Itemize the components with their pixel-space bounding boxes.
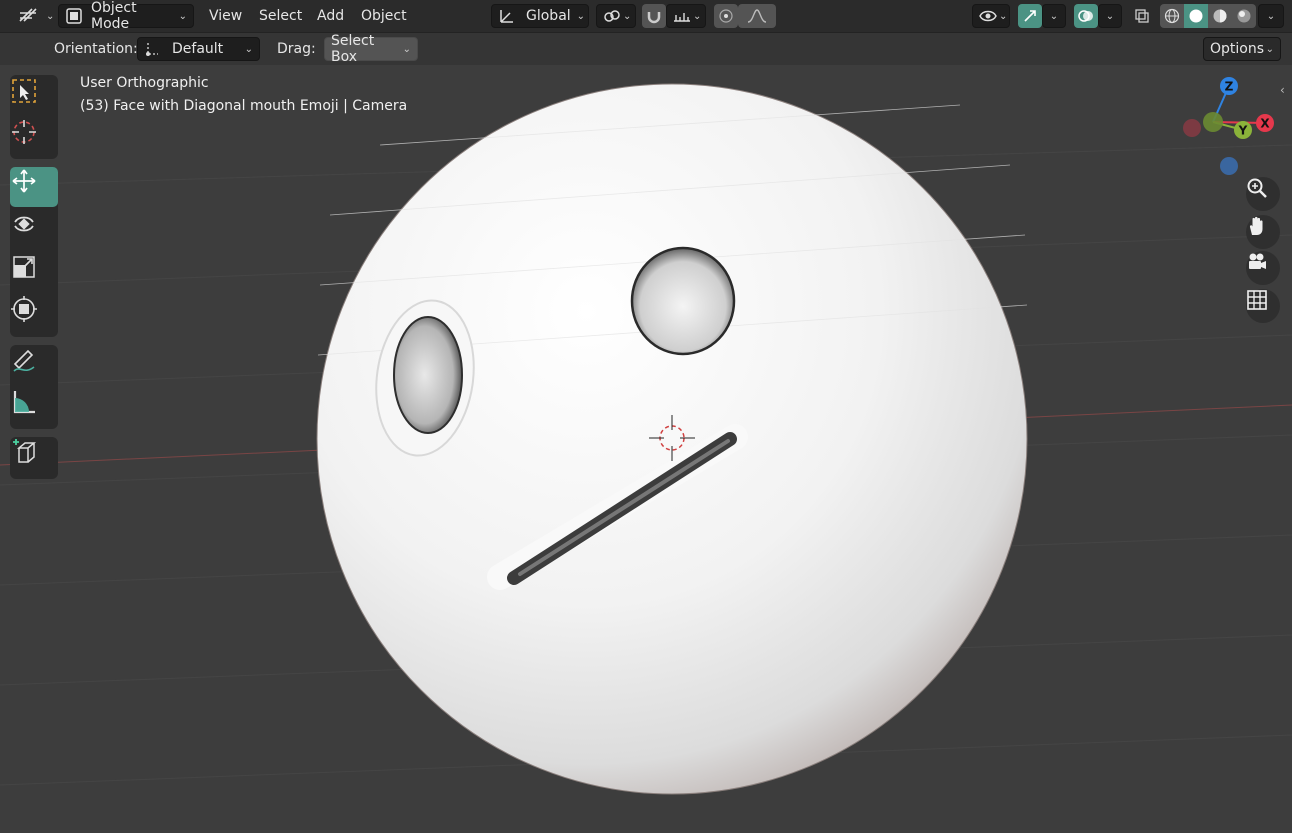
gizmo-neg-z[interactable] — [1220, 157, 1238, 175]
proportional-edit-icon — [718, 8, 734, 24]
navigation-gizmo[interactable]: Z Y X — [1175, 70, 1285, 180]
wireframe-sphere-icon — [1164, 8, 1180, 24]
add-cube-tool[interactable] — [10, 438, 58, 478]
rendered-sphere-icon — [1236, 8, 1252, 24]
orientation-dropdown[interactable]: Default ⌄ — [137, 37, 260, 61]
chevron-down-icon: ⌄ — [178, 10, 187, 22]
overlays-dropdown[interactable]: ⌄ — [1098, 4, 1122, 28]
select-box-tool[interactable] — [10, 77, 58, 117]
snap-toggle[interactable] — [642, 4, 666, 28]
toolbar-annotate-group — [10, 345, 58, 429]
chevron-down-icon: ⌄ — [1105, 10, 1115, 22]
gizmo-neg-x[interactable] — [1183, 119, 1201, 137]
editor-type-button[interactable]: ⌄ — [12, 4, 54, 28]
shading-wireframe-button[interactable] — [1160, 4, 1184, 28]
drag-label: Drag: — [277, 41, 316, 57]
gizmo-y-label: Y — [1238, 124, 1248, 138]
orientation-value: Default — [172, 41, 224, 57]
move-tool[interactable] — [10, 167, 58, 207]
sidebar-toggle[interactable]: ‹ — [1280, 83, 1292, 103]
toolbar-select-group — [10, 75, 58, 159]
chevron-down-icon: ⌄ — [1265, 43, 1274, 55]
right-eye — [630, 246, 736, 356]
pivot-point-dropdown[interactable]: ⌄ — [596, 4, 636, 28]
proportional-edit-toggle[interactable] — [714, 4, 738, 28]
chevron-down-icon: ⌄ — [999, 10, 1008, 22]
cursor-tool[interactable] — [10, 118, 58, 158]
toolbar-transform-group — [10, 167, 58, 337]
menu-select[interactable]: Select — [259, 4, 302, 28]
gizmo-toggle[interactable] — [1018, 4, 1042, 28]
falloff-dropdown[interactable] — [738, 4, 776, 28]
snap-increment-icon — [673, 9, 691, 23]
xray-icon — [1134, 8, 1150, 24]
options-label: Options — [1210, 41, 1265, 57]
material-sphere-icon — [1212, 8, 1228, 24]
chevron-down-icon: ⌄ — [693, 10, 702, 22]
menu-add[interactable]: Add — [317, 4, 344, 28]
eye-icon — [979, 9, 997, 23]
gizmo-neg-y[interactable] — [1203, 112, 1223, 132]
shading-material-button[interactable] — [1208, 4, 1232, 28]
link-icon — [603, 7, 621, 25]
falloff-curve-icon — [747, 8, 767, 24]
shading-dropdown[interactable]: ⌄ — [1258, 4, 1284, 28]
editor-type-icon — [18, 7, 40, 25]
xray-toggle[interactable] — [1128, 4, 1156, 28]
shading-rendered-button[interactable] — [1232, 4, 1256, 28]
view-name: User Orthographic — [80, 75, 209, 91]
drag-value: Select Box — [331, 33, 375, 65]
orientation-gizmo-icon — [144, 41, 160, 57]
orientation-label: Orientation: — [54, 41, 138, 57]
scale-tool[interactable] — [10, 253, 58, 293]
visibility-dropdown[interactable]: ⌄ — [972, 4, 1010, 28]
gizmo-arrow-icon — [1022, 8, 1038, 24]
shading-solid-button[interactable] — [1184, 4, 1208, 28]
measure-tool[interactable] — [10, 388, 58, 428]
gizmo-x-label: X — [1260, 117, 1270, 131]
left-eye — [393, 316, 463, 434]
drag-dropdown[interactable]: Select Box ⌄ — [324, 33, 418, 65]
viewport-scene — [0, 83, 1292, 795]
options-dropdown[interactable]: Options ⌄ — [1203, 37, 1281, 61]
magnet-icon — [646, 8, 662, 24]
annotate-tool[interactable] — [10, 347, 58, 387]
chevron-down-icon: ⌄ — [576, 10, 586, 22]
overlays-icon — [1078, 8, 1094, 24]
chevron-down-icon: ⌄ — [1049, 10, 1059, 22]
transform-orientation-label: Global — [526, 8, 571, 24]
viewport-header: ⌄ Object Mode ⌄ View Select Add Object G… — [0, 0, 1292, 33]
chevron-down-icon: ⌄ — [1266, 10, 1276, 22]
orientation-axes-icon — [498, 7, 516, 25]
chevron-left-icon: ‹ — [1280, 83, 1285, 97]
gizmo-z-label: Z — [1225, 80, 1234, 94]
pan-button[interactable] — [1246, 215, 1280, 249]
chevron-down-icon: ⌄ — [46, 10, 55, 22]
menu-view[interactable]: View — [209, 4, 242, 28]
toolbar-add-group — [10, 437, 58, 479]
object-mode-icon — [65, 7, 83, 25]
mode-dropdown[interactable]: Object Mode ⌄ — [58, 0, 194, 32]
chevron-down-icon: ⌄ — [623, 10, 632, 22]
snap-target-dropdown[interactable]: ⌄ — [666, 4, 706, 28]
3d-viewport[interactable]: User Orthographic (53) Face with Diagona… — [0, 65, 1292, 833]
transform-orientation-dropdown[interactable]: Global ⌄ — [491, 4, 589, 28]
tool-settings-bar: Orientation: Default ⌄ Drag: Select Box … — [0, 33, 1292, 65]
chevron-down-icon: ⌄ — [244, 43, 253, 55]
gizmo-dropdown[interactable]: ⌄ — [1042, 4, 1066, 28]
transform-tool[interactable] — [10, 295, 58, 335]
perspective-toggle-button[interactable] — [1246, 289, 1280, 323]
zoom-button[interactable] — [1246, 177, 1280, 211]
rotate-tool[interactable] — [10, 210, 58, 250]
camera-view-button[interactable] — [1246, 251, 1280, 285]
object-info: (53) Face with Diagonal mouth Emoji | Ca… — [80, 98, 408, 114]
menu-object[interactable]: Object — [361, 4, 407, 28]
overlays-toggle[interactable] — [1074, 4, 1098, 28]
chevron-down-icon: ⌄ — [402, 43, 411, 55]
mode-label: Object Mode — [91, 0, 137, 32]
solid-sphere-icon — [1188, 8, 1204, 24]
